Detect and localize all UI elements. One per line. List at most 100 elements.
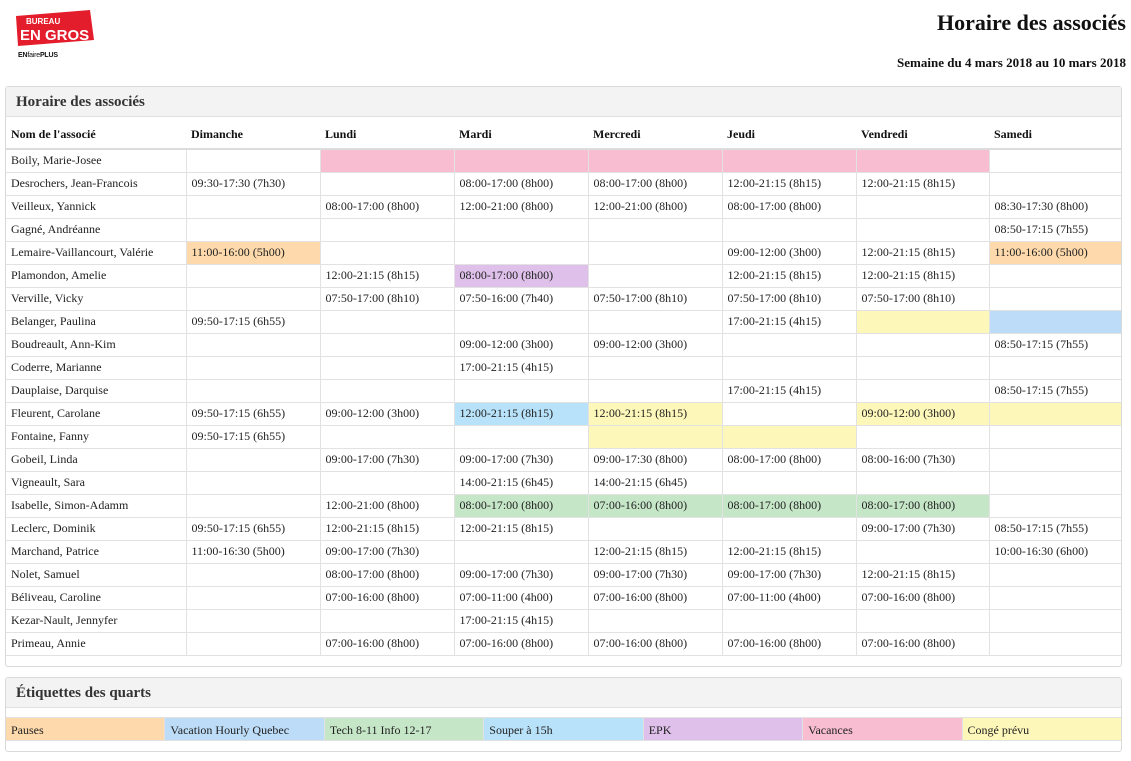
shift-cell-dimanche[interactable]: 09:50-17:15 (6h55) bbox=[185, 424, 321, 449]
shift-cell-mardi[interactable]: 09:00-12:00 (3h00) bbox=[453, 332, 589, 357]
shift-cell-dimanche[interactable] bbox=[185, 631, 321, 656]
shift-cell-mercredi[interactable] bbox=[587, 378, 723, 403]
shift-cell-mardi[interactable] bbox=[453, 309, 589, 334]
shift-cell-samedi[interactable] bbox=[988, 585, 1121, 610]
shift-cell-vendredi[interactable]: 12:00-21:15 (8h15) bbox=[855, 263, 990, 288]
shift-cell-dimanche[interactable] bbox=[185, 585, 321, 610]
shift-cell-samedi[interactable]: 08:30-17:30 (8h00) bbox=[988, 194, 1121, 219]
shift-cell-lundi[interactable]: 07:00-16:00 (8h00) bbox=[319, 631, 455, 656]
shift-cell-mercredi[interactable] bbox=[587, 608, 723, 633]
shift-cell-dimanche[interactable] bbox=[185, 378, 321, 403]
shift-cell-vendredi[interactable]: 08:00-16:00 (7h30) bbox=[855, 447, 990, 472]
shift-cell-mardi[interactable]: 07:00-11:00 (4h00) bbox=[453, 585, 589, 610]
shift-cell-vendredi[interactable]: 12:00-21:15 (8h15) bbox=[855, 171, 990, 196]
shift-cell-vendredi[interactable] bbox=[855, 608, 990, 633]
shift-cell-jeudi[interactable] bbox=[721, 332, 857, 357]
shift-cell-lundi[interactable]: 09:00-17:00 (7h30) bbox=[319, 447, 455, 472]
shift-cell-mardi[interactable]: 12:00-21:00 (8h00) bbox=[453, 194, 589, 219]
shift-cell-jeudi[interactable]: 12:00-21:15 (8h15) bbox=[721, 539, 857, 564]
shift-cell-lundi[interactable]: 12:00-21:00 (8h00) bbox=[319, 493, 455, 518]
shift-cell-mercredi[interactable]: 14:00-21:15 (6h45) bbox=[587, 470, 723, 495]
shift-cell-vendredi[interactable] bbox=[855, 194, 990, 219]
shift-cell-jeudi[interactable]: 07:00-16:00 (8h00) bbox=[721, 631, 857, 656]
shift-cell-samedi[interactable] bbox=[988, 470, 1121, 495]
shift-cell-dimanche[interactable] bbox=[185, 217, 321, 242]
shift-cell-mercredi[interactable]: 07:50-17:00 (8h10) bbox=[587, 286, 723, 311]
shift-cell-samedi[interactable] bbox=[988, 263, 1121, 288]
shift-cell-mercredi[interactable]: 09:00-17:30 (8h00) bbox=[587, 447, 723, 472]
shift-cell-lundi[interactable]: 09:00-12:00 (3h00) bbox=[319, 401, 455, 426]
shift-cell-dimanche[interactable] bbox=[185, 562, 321, 587]
shift-cell-jeudi[interactable] bbox=[721, 470, 857, 495]
shift-cell-jeudi[interactable]: 07:00-11:00 (4h00) bbox=[721, 585, 857, 610]
shift-cell-jeudi[interactable]: 07:50-17:00 (8h10) bbox=[721, 286, 857, 311]
shift-cell-jeudi[interactable]: 12:00-21:15 (8h15) bbox=[721, 263, 857, 288]
shift-cell-mercredi[interactable]: 07:00-16:00 (8h00) bbox=[587, 585, 723, 610]
shift-cell-mardi[interactable] bbox=[453, 240, 589, 265]
shift-cell-mercredi[interactable]: 12:00-21:15 (8h15) bbox=[587, 539, 723, 564]
shift-cell-mardi[interactable]: 12:00-21:15 (8h15) bbox=[453, 401, 589, 426]
shift-cell-mercredi[interactable] bbox=[587, 217, 723, 242]
shift-cell-mardi[interactable]: 08:00-17:00 (8h00) bbox=[453, 493, 589, 518]
shift-cell-lundi[interactable] bbox=[319, 309, 455, 334]
shift-cell-mercredi[interactable]: 09:00-12:00 (3h00) bbox=[587, 332, 723, 357]
shift-cell-lundi[interactable] bbox=[319, 424, 455, 449]
shift-cell-dimanche[interactable] bbox=[185, 447, 321, 472]
shift-cell-jeudi[interactable] bbox=[721, 424, 857, 449]
shift-cell-vendredi[interactable]: 07:50-17:00 (8h10) bbox=[855, 286, 990, 311]
shift-cell-vendredi[interactable]: 09:00-12:00 (3h00) bbox=[855, 401, 990, 426]
shift-cell-samedi[interactable] bbox=[988, 286, 1121, 311]
shift-cell-mercredi[interactable]: 07:00-16:00 (8h00) bbox=[587, 493, 723, 518]
shift-cell-lundi[interactable]: 08:00-17:00 (8h00) bbox=[319, 562, 455, 587]
shift-cell-samedi[interactable] bbox=[988, 148, 1121, 173]
shift-cell-dimanche[interactable] bbox=[185, 148, 321, 173]
shift-cell-mardi[interactable]: 17:00-21:15 (4h15) bbox=[453, 608, 589, 633]
shift-cell-vendredi[interactable] bbox=[855, 470, 990, 495]
shift-cell-mercredi[interactable]: 09:00-17:00 (7h30) bbox=[587, 562, 723, 587]
shift-cell-dimanche[interactable] bbox=[185, 263, 321, 288]
shift-cell-mardi[interactable]: 17:00-21:15 (4h15) bbox=[453, 355, 589, 380]
shift-cell-dimanche[interactable]: 09:30-17:30 (7h30) bbox=[185, 171, 321, 196]
shift-cell-mardi[interactable] bbox=[453, 539, 589, 564]
shift-cell-dimanche[interactable] bbox=[185, 286, 321, 311]
shift-cell-jeudi[interactable] bbox=[721, 516, 857, 541]
shift-cell-jeudi[interactable] bbox=[721, 148, 857, 173]
shift-cell-samedi[interactable]: 08:50-17:15 (7h55) bbox=[988, 378, 1121, 403]
shift-cell-mercredi[interactable]: 12:00-21:00 (8h00) bbox=[587, 194, 723, 219]
shift-cell-mercredi[interactable] bbox=[587, 263, 723, 288]
shift-cell-mercredi[interactable]: 12:00-21:15 (8h15) bbox=[587, 401, 723, 426]
shift-cell-vendredi[interactable]: 07:00-16:00 (8h00) bbox=[855, 631, 990, 656]
shift-cell-jeudi[interactable]: 09:00-17:00 (7h30) bbox=[721, 562, 857, 587]
shift-cell-samedi[interactable]: 08:50-17:15 (7h55) bbox=[988, 217, 1121, 242]
shift-cell-vendredi[interactable]: 12:00-21:15 (8h15) bbox=[855, 562, 990, 587]
shift-cell-samedi[interactable] bbox=[988, 355, 1121, 380]
shift-cell-vendredi[interactable]: 08:00-17:00 (8h00) bbox=[855, 493, 990, 518]
shift-cell-dimanche[interactable]: 11:00-16:30 (5h00) bbox=[185, 539, 321, 564]
shift-cell-jeudi[interactable] bbox=[721, 355, 857, 380]
shift-cell-jeudi[interactable]: 12:00-21:15 (8h15) bbox=[721, 171, 857, 196]
shift-cell-mardi[interactable]: 08:00-17:00 (8h00) bbox=[453, 171, 589, 196]
shift-cell-mercredi[interactable] bbox=[587, 424, 723, 449]
shift-cell-dimanche[interactable] bbox=[185, 332, 321, 357]
shift-cell-jeudi[interactable]: 08:00-17:00 (8h00) bbox=[721, 493, 857, 518]
shift-cell-vendredi[interactable] bbox=[855, 148, 990, 173]
shift-cell-dimanche[interactable] bbox=[185, 608, 321, 633]
shift-cell-lundi[interactable] bbox=[319, 332, 455, 357]
shift-cell-mercredi[interactable] bbox=[587, 516, 723, 541]
shift-cell-jeudi[interactable]: 08:00-17:00 (8h00) bbox=[721, 447, 857, 472]
shift-cell-jeudi[interactable] bbox=[721, 401, 857, 426]
shift-cell-samedi[interactable] bbox=[988, 171, 1121, 196]
shift-cell-jeudi[interactable]: 09:00-12:00 (3h00) bbox=[721, 240, 857, 265]
shift-cell-mercredi[interactable] bbox=[587, 148, 723, 173]
shift-cell-jeudi[interactable]: 17:00-21:15 (4h15) bbox=[721, 309, 857, 334]
shift-cell-lundi[interactable] bbox=[319, 470, 455, 495]
shift-cell-mercredi[interactable] bbox=[587, 240, 723, 265]
shift-cell-dimanche[interactable] bbox=[185, 194, 321, 219]
shift-cell-samedi[interactable] bbox=[988, 401, 1121, 426]
shift-cell-lundi[interactable] bbox=[319, 217, 455, 242]
shift-cell-samedi[interactable] bbox=[988, 447, 1121, 472]
shift-cell-lundi[interactable]: 07:50-17:00 (8h10) bbox=[319, 286, 455, 311]
shift-cell-dimanche[interactable] bbox=[185, 470, 321, 495]
shift-cell-jeudi[interactable]: 17:00-21:15 (4h15) bbox=[721, 378, 857, 403]
shift-cell-samedi[interactable] bbox=[988, 631, 1121, 656]
